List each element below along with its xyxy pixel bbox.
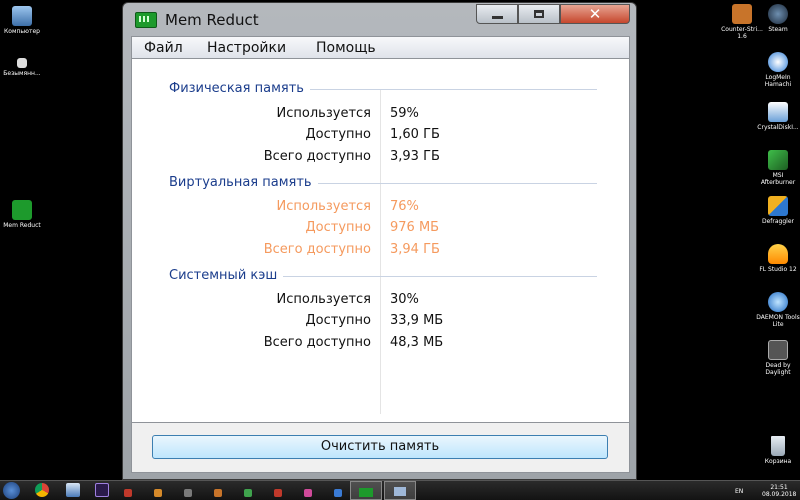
memory-info-panel: Физическая память Используется 59% Досту…: [131, 59, 630, 423]
file-icon: [17, 58, 27, 68]
column-divider: [380, 89, 381, 414]
steam-icon: [768, 4, 788, 24]
window-title: Mem Reduct: [165, 11, 259, 29]
title-bar[interactable]: Mem Reduct ✕: [123, 3, 636, 33]
virtual-available-label: Доступно: [305, 220, 371, 235]
physical-available-value: 1,60 ГБ: [390, 127, 440, 142]
desktop-icon-label: LogMeIn Hamachi: [764, 74, 792, 88]
virtual-available-value: 976 МБ: [390, 220, 440, 235]
menu-help[interactable]: Помощь: [316, 40, 376, 56]
taskbar-app-icon[interactable]: [124, 489, 132, 497]
msi-afterburner-icon: [768, 150, 788, 170]
cache-total-value: 48,3 МБ: [390, 335, 444, 350]
clean-memory-button[interactable]: Очистить память: [152, 435, 608, 459]
language-indicator[interactable]: EN: [735, 488, 743, 495]
desktop-icon-label: Mem Reduct: [3, 222, 41, 229]
memory-chip-icon: [359, 488, 373, 497]
section-title-cache: Системный кэш: [169, 268, 284, 283]
minimize-icon: [492, 16, 503, 19]
close-button[interactable]: ✕: [560, 4, 630, 24]
defraggler-icon: [768, 196, 788, 216]
desktop-icon-crystaldisk[interactable]: CrystalDiskI...: [756, 102, 800, 131]
cache-used-value: 30%: [390, 292, 419, 307]
desktop-icon-recycle-bin[interactable]: Корзина: [756, 436, 800, 465]
taskbar: EN 21:51 08.09.2018: [0, 480, 800, 500]
physical-used-value: 59%: [390, 106, 419, 121]
menu-bar: Файл Настройки Помощь: [131, 36, 630, 59]
button-panel: Очистить память: [131, 423, 630, 473]
physical-total-value: 3,93 ГБ: [390, 149, 440, 164]
physical-total-label: Всего доступно: [263, 149, 371, 164]
desktop-icon-label: MSI Afterburner: [760, 172, 796, 186]
chrome-icon[interactable]: [35, 483, 49, 497]
desktop-icon-computer[interactable]: Компьютер: [0, 6, 44, 35]
menu-settings[interactable]: Настройки: [207, 40, 286, 56]
desktop-icon-fl-studio[interactable]: FL Studio 12: [756, 244, 800, 273]
desktop-icon-label: DAEMON Tools Lite: [756, 314, 800, 328]
recycle-bin-icon: [771, 436, 785, 456]
desktop-icon-dead-by-daylight[interactable]: Dead by Daylight: [756, 340, 800, 376]
windows-logo-icon: [6, 484, 18, 496]
crystaldisk-icon: [768, 102, 788, 122]
desktop-icon-mem-reduct[interactable]: Mem Reduct: [0, 200, 44, 229]
taskbar-app-icon[interactable]: [154, 489, 162, 497]
memory-chip-icon: [135, 12, 157, 28]
physical-used-label: Используется: [276, 106, 371, 121]
taskbar-mem-reduct[interactable]: [350, 481, 382, 500]
desktop-icon-defraggler[interactable]: Defraggler: [756, 196, 800, 225]
taskbar-app-icon[interactable]: [214, 489, 222, 497]
cache-used-label: Используется: [276, 292, 371, 307]
physical-available-label: Доступно: [305, 127, 371, 142]
daemon-tools-icon: [768, 292, 788, 312]
menu-file[interactable]: Файл: [144, 40, 183, 56]
desktop-icon-daemon-tools[interactable]: DAEMON Tools Lite: [756, 292, 800, 328]
desktop-icon-hamachi[interactable]: LogMeIn Hamachi: [756, 52, 800, 88]
fl-studio-icon: [768, 244, 788, 264]
counter-strike-icon: [732, 4, 752, 24]
taskbar-app-icon[interactable]: [274, 489, 282, 497]
minimize-button[interactable]: [476, 4, 518, 24]
virtual-total-value: 3,94 ГБ: [390, 242, 440, 257]
dead-by-daylight-icon: [768, 340, 788, 360]
maximize-icon: [534, 10, 544, 18]
desktop-icon-label: Defraggler: [761, 218, 794, 225]
cache-total-label: Всего доступно: [263, 335, 371, 350]
mem-reduct-window: Mem Reduct ✕ Файл Настройки Помощь Физич…: [122, 2, 637, 480]
desktop-icon-label: CrystalDiskI...: [757, 124, 799, 131]
taskbar-app-icon[interactable]: [304, 489, 312, 497]
desktop-icon-untitled[interactable]: Безымянн...: [0, 58, 44, 77]
desktop-icon-label: Компьютер: [4, 28, 40, 35]
maximize-button[interactable]: [518, 4, 560, 24]
taskbar-window-active[interactable]: [384, 481, 416, 500]
desktop-icon-label: Корзина: [764, 458, 792, 465]
close-icon: ✕: [588, 5, 602, 23]
cache-available-value: 33,9 МБ: [390, 313, 444, 328]
virtual-total-label: Всего доступно: [263, 242, 371, 257]
window-icon: [394, 487, 406, 496]
section-title-virtual: Виртуальная память: [169, 175, 318, 190]
media-player-icon[interactable]: [66, 483, 80, 497]
virtual-used-value: 76%: [390, 199, 419, 214]
clock[interactable]: 21:51 08.09.2018: [762, 484, 796, 498]
after-effects-icon[interactable]: [95, 483, 109, 497]
taskbar-app-icon[interactable]: [244, 489, 252, 497]
taskbar-app-icon[interactable]: [184, 489, 192, 497]
clock-date: 08.09.2018: [762, 491, 797, 498]
clock-time: 21:51: [770, 484, 788, 491]
virtual-used-label: Используется: [276, 199, 371, 214]
hamachi-icon: [768, 52, 788, 72]
desktop-icon-label: FL Studio 12: [759, 266, 797, 273]
section-title-physical: Физическая память: [169, 81, 310, 96]
desktop-icon-label: Steam: [768, 26, 788, 33]
desktop-icon-steam[interactable]: Steam: [756, 4, 800, 33]
computer-icon: [12, 6, 32, 26]
desktop-icon-msi-afterburner[interactable]: MSI Afterburner: [756, 150, 800, 186]
taskbar-app-icon[interactable]: [334, 489, 342, 497]
desktop-icon-label: Безымянн...: [3, 70, 41, 77]
mem-reduct-icon: [12, 200, 32, 220]
desktop-icon-label: Dead by Daylight: [765, 362, 791, 376]
cache-available-label: Доступно: [305, 313, 371, 328]
